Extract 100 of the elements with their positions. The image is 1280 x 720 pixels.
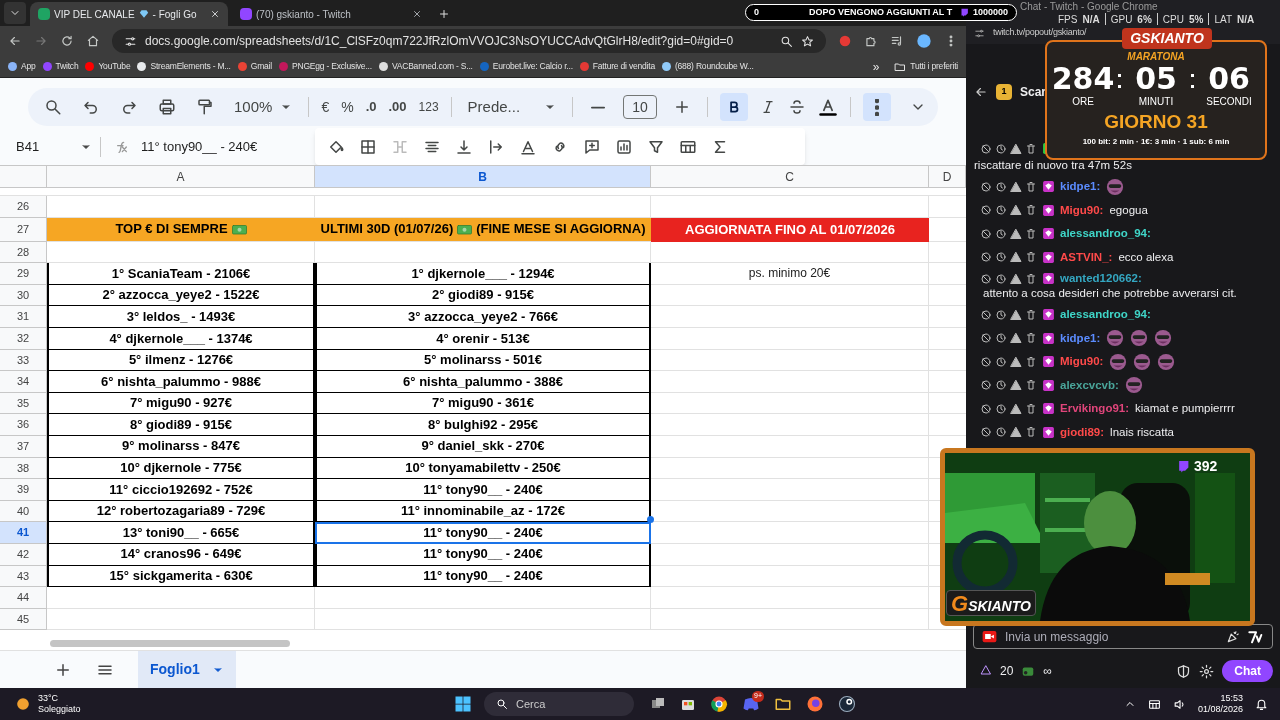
row-header[interactable]: 45 (0, 608, 47, 631)
table-cell[interactable]: 5° ilmenz - 1276€ (47, 349, 315, 372)
table-cell[interactable]: 3° azzocca_yeye2 - 766€ (315, 306, 651, 328)
column-header[interactable]: B (315, 166, 651, 188)
table-cell[interactable]: AGGIORNATA FINO AL 01/07/2026 (651, 217, 929, 242)
number-format-button[interactable]: 123 (418, 98, 439, 116)
table-cell[interactable]: 8° giodi89 - 915€ (47, 414, 315, 436)
table-cell[interactable]: 14° cranos96 - 649€ (47, 543, 315, 566)
chat-send-button[interactable]: Chat (1222, 660, 1273, 682)
row-header[interactable]: 28 (0, 241, 47, 264)
bookmark[interactable]: StreamElements - M... (137, 60, 231, 73)
weather-widget[interactable]: 33°C Soleggiato (0, 693, 450, 715)
address-bar[interactable]: twitch.tv/popout/gskianto/ (993, 26, 1087, 40)
table-cell[interactable]: 11° ciccio192692 - 752€ (47, 479, 315, 501)
table-cell[interactable]: 11° innominabile_az - 172€ (315, 500, 651, 523)
formula-field[interactable]: 11° tony90__ - 240€ (141, 136, 258, 157)
table-cell[interactable]: 2° giodi89 - 915€ (315, 284, 651, 307)
bookmark[interactable]: App (8, 60, 36, 73)
table-cell[interactable]: 1° djkernole___ - 1294€ (315, 263, 651, 285)
table-cell[interactable]: 6° nishta_palummo - 388€ (315, 371, 651, 393)
table-cell[interactable]: 10° djkernole - 775€ (47, 457, 315, 480)
table-cell[interactable]: 11° tony90__ - 240€ (315, 543, 651, 566)
table-cell[interactable]: 10° tonyamabilettv - 250€ (315, 457, 651, 480)
bookmark[interactable]: YouTube (85, 60, 131, 73)
table-cell[interactable]: 11° tony90__ - 240€ (315, 565, 651, 588)
chat-username[interactable]: kidpe1: (1060, 330, 1101, 346)
table-cell[interactable]: 9° molinarss - 847€ (47, 435, 315, 458)
table-cell[interactable]: 7° migu90 - 927€ (47, 392, 315, 415)
row-header[interactable]: 30 (0, 284, 47, 307)
row-header[interactable]: 35 (0, 392, 47, 415)
bookmark[interactable]: (688) Roundcube W... (661, 60, 754, 73)
table-cell[interactable]: 3° leldos_ - 1493€ (47, 306, 315, 328)
decrease-decimal-button[interactable]: .0 (365, 97, 377, 117)
row-header[interactable]: 29 (0, 263, 47, 285)
chat-input[interactable]: Invia un messaggio (973, 624, 1273, 649)
chat-username[interactable]: alessandroo_94: (1060, 226, 1151, 242)
chat-username[interactable]: kidpe1: (1060, 179, 1101, 195)
table-cell[interactable]: 11° tony90__ - 240€ (315, 479, 651, 501)
column-header[interactable]: C (651, 166, 929, 188)
table-cell[interactable]: 4° djkernole___ - 1374€ (47, 327, 315, 350)
more-bookmarks-button[interactable]: » (872, 57, 880, 76)
row-header[interactable]: 34 (0, 371, 47, 393)
table-cell[interactable]: 9° daniel_skk - 270€ (315, 435, 651, 458)
bookmark[interactable]: Eurobet.live: Calcio r... (479, 60, 573, 73)
row-header[interactable]: 37 (0, 435, 47, 458)
font-size-field[interactable]: 10 (623, 95, 658, 119)
bookmark[interactable]: VACBanned.com - S... (378, 60, 473, 73)
table-cell[interactable]: 13° toni90__ - 665€ (47, 522, 315, 544)
chat-username[interactable]: Migu90: (1060, 354, 1104, 370)
table-cell[interactable]: 15° sickgamerita - 630€ (47, 565, 315, 588)
currency-button[interactable]: € (321, 96, 330, 118)
clock[interactable]: 15:53 01/08/2026 (1197, 693, 1243, 715)
percent-button[interactable]: % (341, 96, 354, 118)
row-header[interactable]: 36 (0, 414, 47, 436)
table-cell[interactable]: 8° bulghi92 - 295€ (315, 414, 651, 436)
bookmark[interactable]: Gmail (237, 60, 272, 73)
bookmark[interactable]: PNGEgg - Exclusive... (279, 60, 372, 73)
column-header[interactable]: A (47, 166, 315, 188)
increase-decimal-button[interactable]: .00 (388, 97, 407, 117)
chat-username[interactable]: wanted120662: (1060, 271, 1142, 286)
chat-username[interactable]: ASTVIN_: (1060, 249, 1113, 265)
row-header[interactable]: 33 (0, 349, 47, 372)
table-cell[interactable]: 1° ScaniaTeam - 2106€ (47, 263, 315, 285)
font-dropdown[interactable]: Prede... (463, 95, 561, 119)
column-header[interactable]: D (929, 166, 966, 188)
chat-username[interactable]: alexcvcvb: (1060, 377, 1119, 393)
taskbar-search[interactable]: Cerca (484, 692, 634, 716)
table-cell[interactable]: 12° robertozagaria89 - 729€ (47, 500, 315, 523)
zoom-dropdown[interactable]: 100% (230, 95, 297, 119)
row-header[interactable]: 32 (0, 327, 47, 350)
table-cell[interactable]: 6° nishta_palummo - 988€ (47, 371, 315, 393)
chat-username[interactable]: giodi89: (1060, 424, 1105, 440)
bookmark[interactable]: Fatture di vendita (579, 60, 655, 73)
chat-username[interactable]: Ervikingo91: (1060, 401, 1130, 417)
all-bookmarks-folder[interactable]: Tutti i preferiti (894, 60, 958, 73)
row-header[interactable]: 39 (0, 479, 47, 501)
row-header[interactable]: 42 (0, 543, 47, 566)
bookmark[interactable]: Twitch (42, 60, 79, 73)
table-cell[interactable]: 7° migu90 - 361€ (315, 392, 651, 415)
browser-tab[interactable]: VIP DEL CANALE - Fogli Go (30, 2, 228, 26)
name-box[interactable]: B41 (0, 136, 100, 157)
pinned-username[interactable]: Scar (1020, 82, 1047, 101)
row-header[interactable]: 26 (0, 196, 47, 218)
table-cell[interactable]: TOP € DI SEMPRE (47, 217, 315, 242)
table-cell[interactable]: 11° tony90__ - 240€ (315, 522, 651, 544)
address-bar[interactable]: docs.google.com/spreadsheets/d/1C_ClSFz0qm722JfRzlOmVVOJC3NsOYUCCAdvQtGlrH8/edit?gid=0#gid=0 (112, 29, 826, 53)
table-cell[interactable]: 4° orenir - 513€ (315, 327, 651, 350)
row-header[interactable]: 38 (0, 457, 47, 480)
row-header[interactable]: 31 (0, 306, 47, 328)
table-cell[interactable]: 5° molinarss - 501€ (315, 349, 651, 372)
sheet-tab[interactable]: Foglio1 (138, 651, 236, 688)
row-header[interactable]: 41 (0, 522, 47, 544)
row-header[interactable]: 43 (0, 565, 47, 588)
chat-username[interactable]: Migu90: (1060, 202, 1104, 218)
table-cell[interactable]: ULTIMI 30D (01/07/26) (FINE MESE SI AGGIORNA) (315, 217, 651, 242)
browser-tab[interactable]: (70) gskianto - Twitch (232, 2, 430, 26)
table-cell[interactable]: 2° azzocca_yeye2 - 1522€ (47, 284, 315, 307)
row-header[interactable]: 40 (0, 500, 47, 523)
row-header[interactable]: 44 (0, 587, 47, 609)
table-cell[interactable]: ps. minimo 20€ (651, 263, 929, 285)
